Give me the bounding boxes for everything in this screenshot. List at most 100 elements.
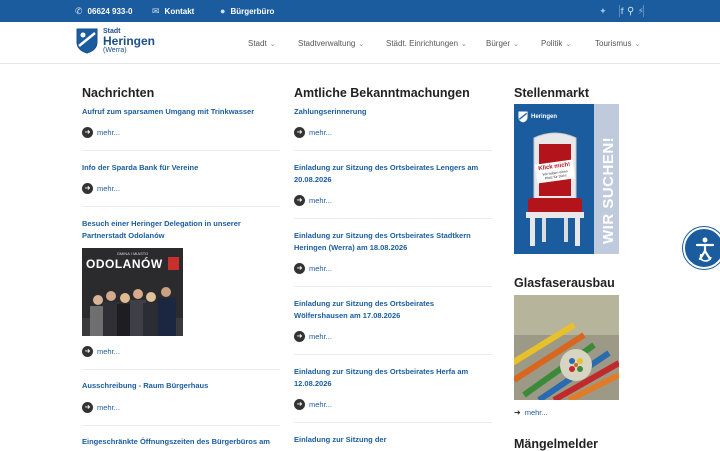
main-header: Stadt Heringen (Werra) Stadt ⌄ Stadtverwa… <box>0 22 720 64</box>
news-title-link[interactable]: Info der Sparda Bank für Vereine <box>82 162 272 174</box>
banner-logo-text: Heringen <box>531 114 558 120</box>
nav-item-stadtverwaltung[interactable]: Stadtverwaltung ⌄ <box>298 39 364 48</box>
logo-line-heringen: Heringen <box>103 34 156 48</box>
notice-item: Zahlungserinnerung <box>294 106 484 118</box>
nav-item-buerger[interactable]: Bürger ⌄ <box>486 39 519 48</box>
jobs-banner[interactable]: Heringen WIR SUCHEN! Klick mich! Wir hab… <box>514 104 619 254</box>
news-title-link[interactable]: Eingeschränkte Öffnungszeiten des Bürger… <box>82 436 282 448</box>
notice-item: Einladung zur Sitzung des Ortsbeirates W… <box>294 298 489 322</box>
divider <box>619 5 620 17</box>
divider <box>294 354 492 355</box>
divider <box>294 218 492 219</box>
more-label: mehr... <box>97 403 120 412</box>
banner-text: WIR SUCHEN! <box>600 136 617 244</box>
jobs-heading: Stellenmarkt <box>514 86 590 100</box>
more-link[interactable]: ➜ mehr... <box>82 402 120 413</box>
arrow-right-circle-icon: ➜ <box>294 195 305 206</box>
more-link[interactable]: ➜ mehr... <box>514 408 548 417</box>
photo-small-text: GMINA I MIASTO <box>116 251 149 256</box>
phone-icon: ✆ <box>75 5 83 16</box>
divider <box>82 369 280 370</box>
more-link[interactable]: ➜ mehr... <box>294 263 332 274</box>
news-item: Aufruf zum sparsamen Umgang mit Trinkwas… <box>82 106 272 118</box>
more-link[interactable]: ➜ mehr... <box>82 127 120 138</box>
more-link[interactable]: ➜ mehr... <box>294 195 332 206</box>
chevron-down-icon: ⌄ <box>513 40 519 48</box>
office-link[interactable]: ● Bürgerbüro <box>220 0 274 22</box>
arrow-right-circle-icon: ➜ <box>294 331 305 342</box>
more-link[interactable]: ➜ mehr... <box>82 346 120 357</box>
search-icon[interactable]: ⚲ <box>627 0 634 22</box>
divider <box>643 5 644 17</box>
notice-title-link[interactable]: Einladung zur Sitzung des Ortsbeirates S… <box>294 230 474 254</box>
news-item: Ausschreibung - Raum Bürgerhaus <box>82 380 272 392</box>
more-label: mehr... <box>309 400 332 409</box>
more-label: mehr... <box>309 332 332 341</box>
more-link[interactable]: ➜ mehr... <box>294 331 332 342</box>
notice-title-link[interactable]: Einladung zur Sitzung des Ortsbeirates W… <box>294 298 489 322</box>
nav-label: Städt. Einrichtungen <box>386 39 459 48</box>
news-heading: Nachrichten <box>82 86 155 100</box>
news-photo[interactable]: GMINA I MIASTO ODOLANÓW <box>82 248 183 336</box>
contact-link[interactable]: ✉ Kontakt <box>152 0 194 22</box>
accessibility-icon <box>695 237 715 262</box>
news-title-link[interactable]: Aufruf zum sparsamen Umgang mit Trinkwas… <box>82 106 272 118</box>
office-label: Bürgerbüro <box>230 6 275 16</box>
arrow-right-circle-icon: ➜ <box>82 183 93 194</box>
fiber-cables-shape <box>514 295 619 400</box>
photo-sign-text: ODOLANÓW <box>86 257 163 271</box>
logo-line-werra: (Werra) <box>103 47 127 54</box>
more-label: mehr... <box>97 184 120 193</box>
nav-label: Tourismus <box>595 39 632 48</box>
divider <box>82 425 280 426</box>
more-label: mehr... <box>97 347 120 356</box>
nav-label: Stadtverwaltung <box>298 39 356 48</box>
people-shapes <box>82 287 183 336</box>
notices-heading: Amtliche Bekanntmachungen <box>294 86 470 100</box>
more-link[interactable]: ➜ mehr... <box>294 127 332 138</box>
nav-item-stadt[interactable]: Stadt ⌄ <box>248 39 276 48</box>
chevron-down-icon: ⌄ <box>358 40 365 48</box>
notice-item: Einladung zur Sitzung des Ortsbeirates S… <box>294 230 474 254</box>
notice-title-link[interactable]: Einladung zur Sitzung des Ortsbeirates L… <box>294 162 484 186</box>
notice-item: Einladung zur Sitzung der <box>294 434 484 446</box>
defects-heading: Mängelmelder <box>514 437 599 451</box>
notice-title-link[interactable]: Zahlungserinnerung <box>294 106 484 118</box>
nav-label: Politik <box>541 39 563 48</box>
coat-of-arms-icon <box>76 28 98 54</box>
nav-item-einrichtungen[interactable]: Städt. Einrichtungen ⌄ <box>386 39 467 48</box>
more-link[interactable]: ➜ mehr... <box>294 399 332 410</box>
news-title-link[interactable]: Ausschreibung - Raum Bürgerhaus <box>82 380 272 392</box>
nav-label: Stadt <box>248 39 267 48</box>
accessibility-button[interactable] <box>683 227 720 269</box>
news-item: Info der Sparda Bank für Vereine <box>82 162 272 174</box>
fiber-photo[interactable] <box>514 295 619 400</box>
news-title-link[interactable]: Besuch einer Heringer Delegation in unse… <box>82 218 262 242</box>
envelope-icon: ✉ <box>152 5 160 16</box>
notice-title-link[interactable]: Einladung zur Sitzung des Ortsbeirates H… <box>294 366 474 390</box>
nav-item-politik[interactable]: Politik ⌄ <box>541 39 571 48</box>
chair-shape <box>526 132 584 246</box>
more-label: mehr... <box>309 264 332 273</box>
contact-label: Kontakt <box>164 6 195 16</box>
nav-item-tourismus[interactable]: Tourismus ⌄ <box>595 39 640 48</box>
facebook-icon[interactable]: f <box>621 6 624 16</box>
crest-shape <box>168 257 179 270</box>
divider <box>294 422 492 423</box>
news-item: Eingeschränkte Öffnungszeiten des Bürger… <box>82 436 282 448</box>
banner-logo: Heringen <box>518 108 588 126</box>
more-label: mehr... <box>97 128 120 137</box>
twitter-icon[interactable]: ✦ <box>599 6 607 17</box>
site-logo[interactable]: Stadt Heringen (Werra) <box>76 28 155 54</box>
notice-item: Einladung zur Sitzung des Ortsbeirates H… <box>294 366 474 390</box>
phone-link[interactable]: ✆ 06624 933-0 <box>75 0 132 22</box>
more-link[interactable]: ➜ mehr... <box>82 183 120 194</box>
user-icon: ● <box>220 6 226 16</box>
more-label: mehr... <box>524 408 548 417</box>
arrow-right-circle-icon: ➜ <box>82 346 93 357</box>
chevron-down-icon: ⌄ <box>634 40 641 48</box>
news-item: Besuch einer Heringer Delegation in unse… <box>82 218 262 242</box>
chevron-down-icon: ⌄ <box>565 40 572 48</box>
notice-title-link[interactable]: Einladung zur Sitzung der <box>294 434 484 446</box>
top-bar: ✆ 06624 933-0 ✉ Kontakt ● Bürgerbüro ✦ f… <box>0 0 720 22</box>
